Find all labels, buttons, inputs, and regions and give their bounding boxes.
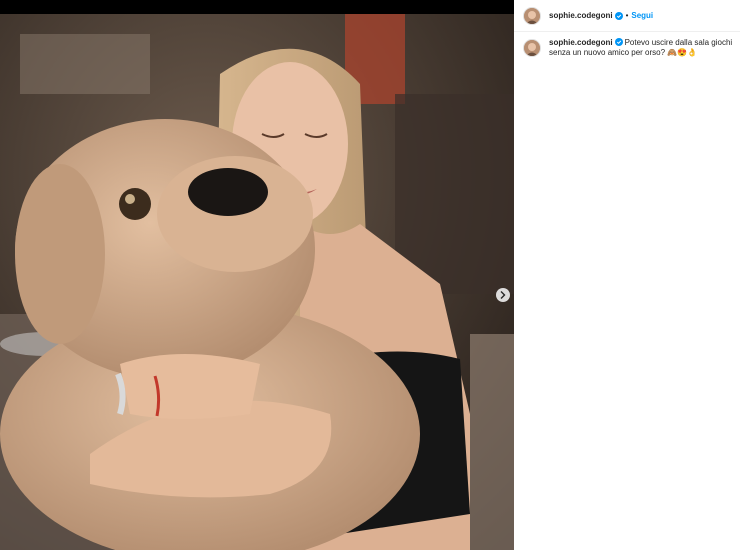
post-photo [0, 14, 514, 550]
caption-emoji: 🙈😍👌 [667, 48, 698, 57]
caption-username-link[interactable]: sophie.codegoni [549, 38, 613, 47]
separator-dot: • [625, 11, 629, 20]
caption-text: sophie.codegoni Potevo uscire dalla sala … [549, 38, 735, 58]
verified-badge-icon [614, 11, 623, 20]
post-sidebar: sophie.codegoni • Segui sophie.codegoni P… [514, 0, 740, 550]
caption-avatar[interactable] [523, 39, 541, 57]
post-media [0, 0, 514, 550]
avatar-image [524, 7, 540, 24]
next-media-button[interactable] [496, 288, 510, 302]
media-top-bar [0, 0, 514, 14]
username-link[interactable]: sophie.codegoni [549, 11, 613, 20]
verified-badge-icon [614, 38, 623, 46]
post-header: sophie.codegoni • Segui [514, 0, 740, 32]
avatar-image [524, 40, 540, 56]
avatar[interactable] [523, 6, 541, 25]
chevron-right-icon [500, 291, 506, 299]
caption-comment: sophie.codegoni Potevo uscire dalla sala … [523, 38, 735, 58]
follow-button[interactable]: Segui [631, 11, 653, 20]
